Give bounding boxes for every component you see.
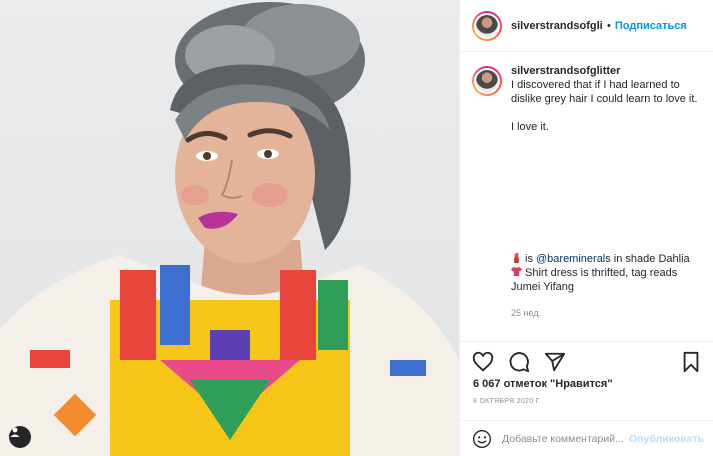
portrait-illustration <box>0 2 459 456</box>
post-photo[interactable] <box>0 0 459 456</box>
separator-dot: • <box>607 19 611 32</box>
header-username[interactable]: silverstrandsofglitter <box>511 20 603 32</box>
comment-input[interactable] <box>502 432 630 445</box>
emoji-smile-icon[interactable] <box>472 429 492 449</box>
caption-text-2: I love it. <box>511 121 549 133</box>
add-comment-bar: Опубликовать <box>460 420 713 456</box>
caption-shirt-line: Shirt dress is thrifted, tag reads Jumei… <box>511 266 678 293</box>
likes-count[interactable]: 6 067 отметок "Нравится" <box>473 378 613 390</box>
post-sidebar: silverstrandsofglitter • Подписаться sil… <box>459 0 713 456</box>
publish-button[interactable]: Опубликовать <box>629 433 704 445</box>
share-icon[interactable] <box>544 351 566 373</box>
caption-comment: silverstrandsofglitter I discovered that… <box>460 64 713 320</box>
user-tag-icon[interactable] <box>9 426 31 448</box>
comment-icon[interactable] <box>508 351 530 373</box>
lipstick-icon <box>514 252 519 263</box>
post-date[interactable]: 8 ОКТЯБРЯ 2020 Г. <box>473 398 541 405</box>
tshirt-icon <box>511 266 522 277</box>
bookmark-icon[interactable] <box>680 351 702 373</box>
mention-link[interactable]: @bareminerals <box>536 253 611 265</box>
caption-avatar[interactable] <box>472 66 502 96</box>
caption-text-1: I discovered that if I had learned to di… <box>511 79 698 105</box>
caption-time-ago[interactable]: 25 нед. <box>511 306 701 320</box>
avatar[interactable] <box>472 10 502 41</box>
caption-username[interactable]: silverstrandsofglitter <box>511 64 701 78</box>
action-bar <box>460 341 713 381</box>
post-header: silverstrandsofglitter • Подписаться <box>460 0 713 52</box>
follow-button[interactable]: Подписаться <box>615 20 687 32</box>
mention-tail: in shade Dahlia <box>610 253 690 265</box>
caption-lipstick-line: is @bareminerals in shade Dahlia <box>511 252 701 266</box>
heart-icon[interactable] <box>472 351 494 373</box>
